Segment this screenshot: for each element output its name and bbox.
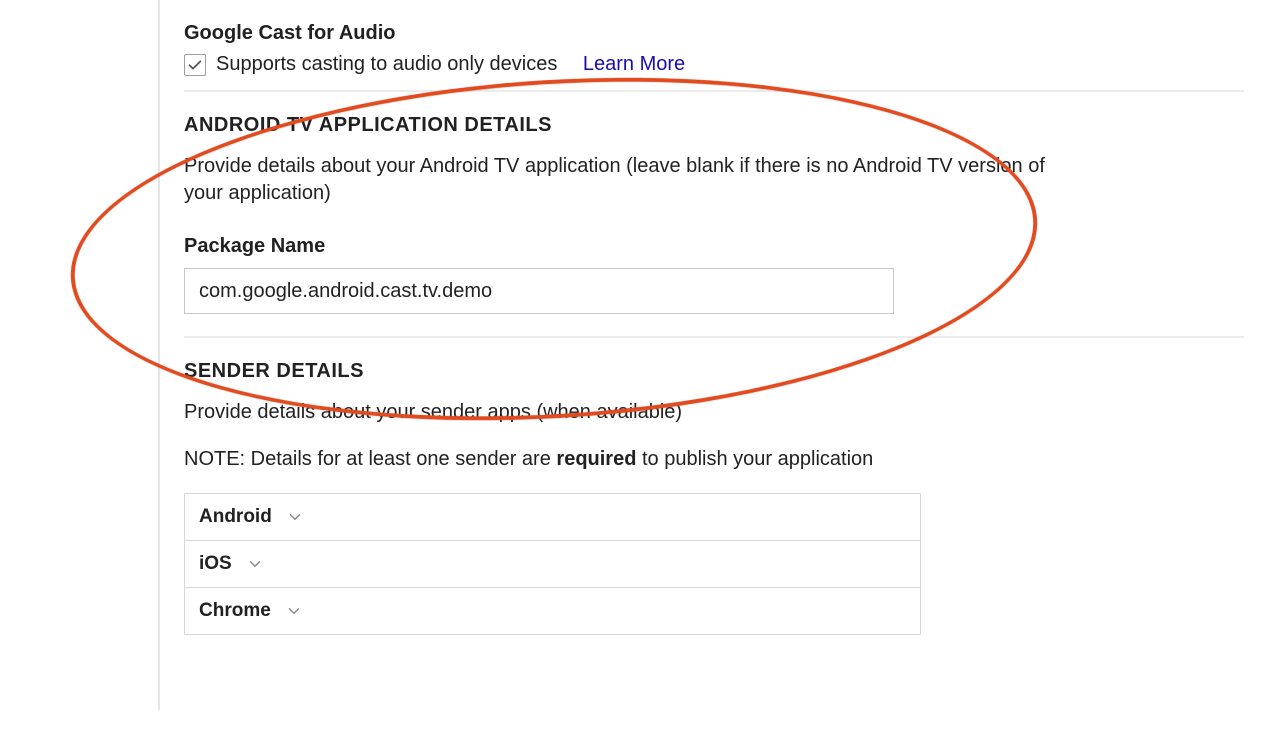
cast-audio-checkbox[interactable]	[184, 54, 206, 76]
cast-audio-learn-more-link[interactable]: Learn More	[583, 53, 685, 76]
section-divider	[184, 90, 1244, 92]
package-name-input[interactable]	[184, 268, 894, 314]
sender-details-description: Provide details about your sender apps (…	[184, 399, 1084, 426]
sender-details-note: NOTE: Details for at least one sender ar…	[184, 448, 1244, 471]
chevron-down-icon	[285, 602, 303, 620]
sender-list: Android iOS Chrome	[184, 493, 921, 635]
left-divider	[158, 0, 160, 710]
sender-details-heading: SENDER DETAILS	[184, 360, 1244, 383]
section-divider-2	[184, 336, 1244, 338]
chevron-down-icon	[286, 508, 304, 526]
android-tv-description: Provide details about your Android TV ap…	[184, 153, 1084, 207]
check-icon	[187, 57, 203, 73]
cast-audio-checkbox-row: Supports casting to audio only devices L…	[184, 53, 1244, 76]
sender-row-label: Android	[199, 506, 272, 528]
sender-note-prefix: NOTE: Details for at least one sender ar…	[184, 448, 556, 470]
sender-row-chrome[interactable]: Chrome	[185, 587, 920, 634]
sender-note-required: required	[556, 448, 636, 470]
cast-audio-heading: Google Cast for Audio	[184, 22, 1244, 45]
cast-audio-checkbox-label: Supports casting to audio only devices	[216, 53, 557, 76]
package-name-label: Package Name	[184, 235, 1244, 258]
android-tv-heading: ANDROID TV APPLICATION DETAILS	[184, 114, 1244, 137]
sender-row-ios[interactable]: iOS	[185, 540, 920, 587]
sender-row-label: Chrome	[199, 600, 271, 622]
form-content: Google Cast for Audio Supports casting t…	[184, 22, 1244, 635]
sender-row-android[interactable]: Android	[185, 494, 920, 540]
chevron-down-icon	[246, 555, 264, 573]
sender-note-suffix: to publish your application	[636, 448, 873, 470]
sender-row-label: iOS	[199, 553, 232, 575]
